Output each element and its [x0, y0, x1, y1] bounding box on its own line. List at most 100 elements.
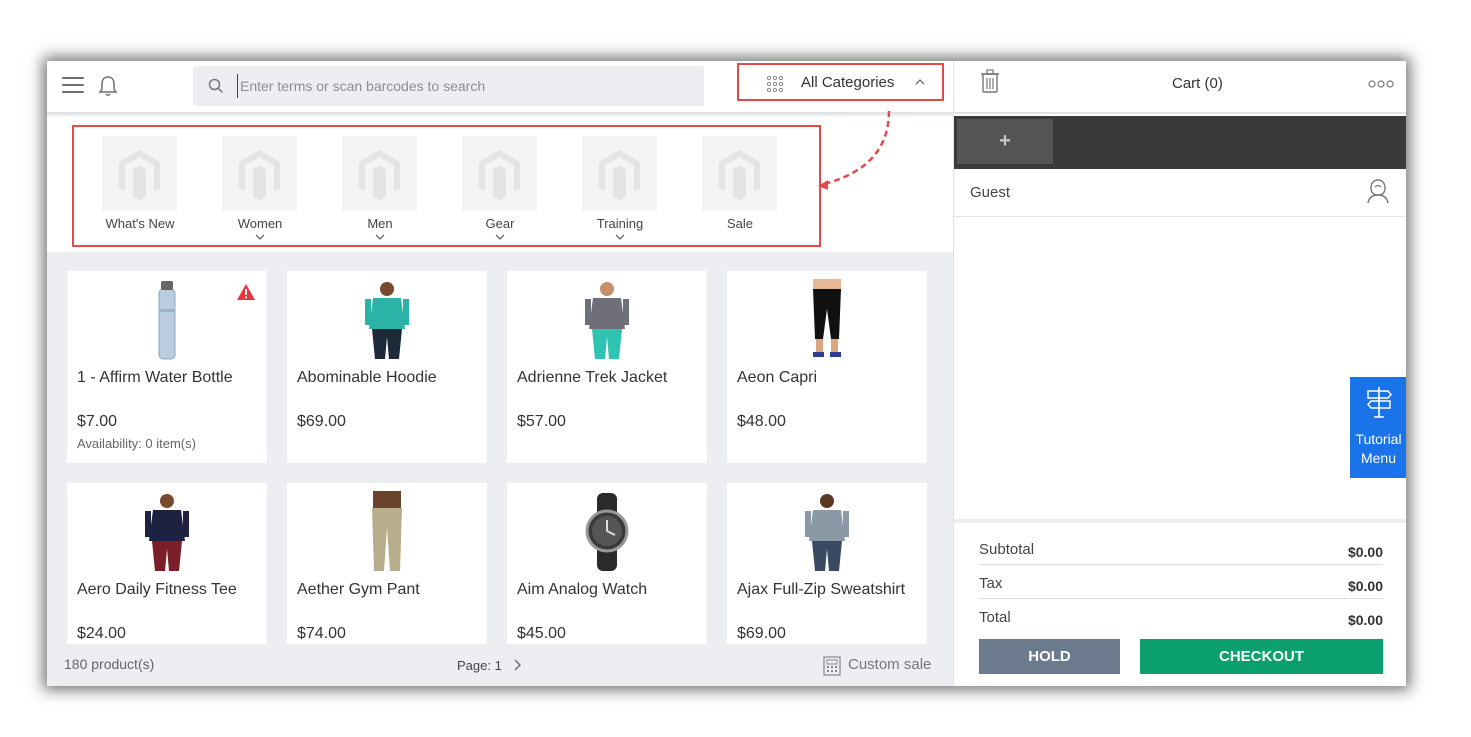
trash-icon[interactable] — [980, 69, 1000, 93]
chevron-down-icon[interactable] — [255, 234, 265, 241]
tutorial-menu-button[interactable]: Tutorial Menu — [1350, 377, 1406, 478]
product-name: Ajax Full-Zip Sweatshirt — [737, 581, 906, 598]
search-bar — [193, 66, 704, 106]
tax-label: Tax — [979, 575, 1003, 592]
search-input[interactable] — [237, 74, 687, 98]
tax-value: $0.00 — [1347, 578, 1383, 594]
product-image — [507, 279, 707, 361]
product-availability: Availability: 0 item(s) — [77, 436, 196, 451]
subtotal-label: Subtotal — [979, 541, 1035, 558]
subtotal-row: Subtotal $0.00 — [979, 531, 1383, 565]
user-icon[interactable] — [1367, 178, 1389, 204]
product-price: $45.00 — [517, 625, 566, 642]
category-what-s-new[interactable]: What's New — [85, 136, 185, 246]
category-thumbnail — [462, 136, 537, 211]
more-options-icon[interactable] — [1368, 80, 1394, 88]
cart-title: Cart (0) — [1172, 75, 1223, 92]
tax-row: Tax $0.00 — [979, 565, 1383, 599]
product-name: Adrienne Trek Jacket — [517, 369, 668, 386]
subtotal-value: $0.00 — [1347, 544, 1383, 560]
category-label: What's New — [105, 216, 175, 231]
category-men[interactable]: Men — [325, 136, 425, 246]
chevron-down-icon[interactable] — [615, 234, 625, 241]
catalog-footer: 180 product(s) Page: 1 Custom sale — [47, 644, 953, 686]
checkout-button[interactable]: CHECKOUT — [1140, 639, 1383, 674]
category-label: Women — [237, 216, 283, 231]
warning-icon — [237, 284, 255, 300]
bell-icon[interactable] — [96, 74, 120, 98]
product-card-adrienne-trek-jacket[interactable]: Adrienne Trek Jacket $57.00 — [507, 271, 707, 463]
category-thumbnail — [102, 136, 177, 211]
category-thumbnail — [222, 136, 297, 211]
all-categories-label: All Categories — [801, 74, 895, 91]
category-thumbnail — [342, 136, 417, 211]
chevron-down-icon[interactable] — [375, 234, 385, 241]
menu-icon[interactable] — [62, 77, 84, 95]
product-card-aero-daily-fitness-tee[interactable]: Aero Daily Fitness Tee $24.00 — [67, 483, 267, 644]
grid-icon — [766, 75, 784, 93]
product-image — [727, 491, 927, 573]
pos-window: All Categories What's New Women Men Gear Tra… — [47, 61, 1406, 686]
product-name: Aero Daily Fitness Tee — [77, 581, 237, 598]
product-name: Aether Gym Pant — [297, 581, 420, 598]
category-label: Gear — [485, 216, 515, 231]
customer-name: Guest — [970, 184, 1011, 201]
product-card-1-affirm-water-bottle[interactable]: 1 - Affirm Water Bottle $7.00 Availability… — [67, 271, 267, 463]
category-training[interactable]: Training — [565, 136, 665, 246]
chevron-right-icon[interactable] — [513, 659, 521, 671]
product-image — [727, 279, 927, 361]
product-image — [507, 491, 707, 573]
category-women[interactable]: Women — [205, 136, 305, 246]
annotation-arrow — [818, 110, 891, 190]
category-label: Men — [367, 216, 393, 231]
product-card-ajax-full-zip-sweatshirt[interactable]: Ajax Full-Zip Sweatshirt $69.00 — [727, 483, 927, 644]
tutorial-label-1: Tutorial — [1355, 431, 1402, 447]
category-thumbnail — [582, 136, 657, 211]
cart-header: Cart (0) — [954, 61, 1406, 114]
product-name: 1 - Affirm Water Bottle — [77, 369, 233, 386]
page-indicator: Page: 1 — [457, 658, 502, 673]
product-card-aim-analog-watch[interactable]: Aim Analog Watch $45.00 — [507, 483, 707, 644]
product-price: $48.00 — [737, 413, 786, 430]
product-price: $69.00 — [737, 625, 786, 642]
total-value: $0.00 — [1347, 612, 1383, 628]
product-name: Aeon Capri — [737, 369, 818, 386]
product-price: $69.00 — [297, 413, 346, 430]
catalog-pane: All Categories What's New Women Men Gear Tra… — [47, 61, 953, 686]
product-price: $7.00 — [77, 413, 118, 430]
search-icon — [208, 78, 224, 94]
chevron-down-icon[interactable] — [495, 234, 505, 241]
top-bar: All Categories — [47, 61, 953, 114]
product-image — [287, 491, 487, 573]
category-thumbnail — [702, 136, 777, 211]
category-sale[interactable]: Sale — [685, 136, 785, 246]
add-cart-tab-button[interactable]: + — [957, 119, 1053, 164]
calculator-icon[interactable] — [823, 656, 841, 676]
cart-pane: Cart (0) + Guest Tutorial Menu Subtotal … — [953, 61, 1406, 686]
product-card-aeon-capri[interactable]: Aeon Capri $48.00 — [727, 271, 927, 463]
cart-tab-bar: + — [954, 116, 1406, 169]
product-count: 180 product(s) — [64, 656, 155, 672]
tutorial-label-2: Menu — [1360, 450, 1397, 466]
category-label: Sale — [726, 216, 754, 231]
product-card-abominable-hoodie[interactable]: Abominable Hoodie $69.00 — [287, 271, 487, 463]
customer-row[interactable]: Guest — [954, 169, 1406, 217]
total-row: Total $0.00 — [979, 599, 1383, 633]
product-image — [287, 279, 487, 361]
category-gear[interactable]: Gear — [445, 136, 545, 246]
chevron-up-icon — [915, 79, 925, 85]
product-card-aether-gym-pant[interactable]: Aether Gym Pant $74.00 — [287, 483, 487, 644]
product-price: $24.00 — [77, 625, 126, 642]
custom-sale-button[interactable]: Custom sale — [848, 656, 931, 673]
cart-totals: Subtotal $0.00 Tax $0.00 Total $0.00 HOL… — [954, 519, 1406, 686]
product-name: Abominable Hoodie — [297, 369, 437, 386]
signpost-icon — [1367, 387, 1392, 418]
category-label: Training — [596, 216, 644, 231]
product-price: $74.00 — [297, 625, 346, 642]
product-grid: 1 - Affirm Water Bottle $7.00 Availability… — [67, 270, 937, 644]
product-name: Aim Analog Watch — [517, 581, 648, 598]
product-image — [67, 491, 267, 573]
hold-button[interactable]: HOLD — [979, 639, 1120, 674]
product-price: $57.00 — [517, 413, 566, 430]
all-categories-dropdown[interactable]: All Categories — [737, 63, 944, 101]
